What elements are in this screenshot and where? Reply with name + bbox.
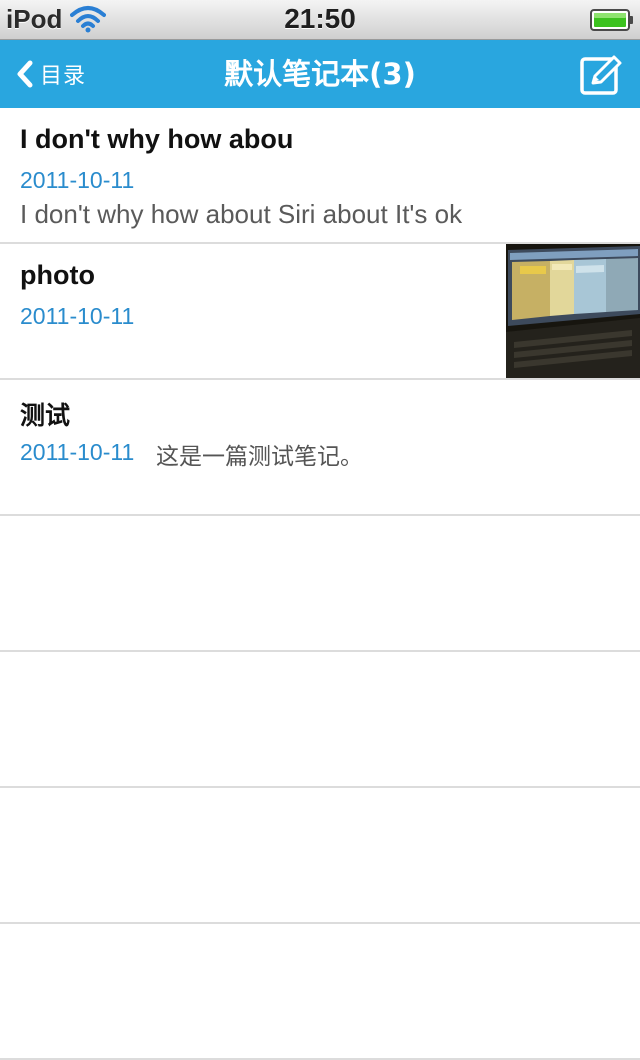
nav-bar: 目录 默认笔记本(3): [0, 40, 640, 108]
note-title: 测试: [20, 401, 71, 430]
empty-row: [0, 924, 640, 1060]
note-row[interactable]: photo 2011-10-11: [0, 244, 640, 380]
empty-row: [0, 788, 640, 924]
note-date: 2011-10-11: [20, 439, 135, 465]
note-snippet: 这是一篇测试笔记。: [156, 444, 363, 470]
note-date: 2011-10-11: [20, 303, 135, 329]
battery-full-icon: [590, 9, 633, 31]
compose-icon[interactable]: [578, 52, 624, 98]
empty-row: [0, 652, 640, 788]
note-row[interactable]: 测试 2011-10-11 这是一篇测试笔记。: [0, 380, 640, 516]
photo-thumbnail: [506, 244, 640, 378]
page-title: 默认笔记本(3): [224, 57, 416, 91]
note-title: I don't why how abou: [20, 124, 294, 154]
clock: 21:50: [284, 3, 356, 34]
chevron-left-icon: [17, 60, 33, 88]
empty-row: [0, 516, 640, 652]
note-date: 2011-10-11: [20, 167, 135, 193]
note-title: photo: [20, 260, 95, 290]
back-button[interactable]: 目录: [14, 52, 86, 96]
status-bar: iPod 21:50: [0, 0, 640, 40]
note-list: I don't why how abou 2011-10-11 I don't …: [0, 108, 640, 1060]
back-button-label: 目录: [40, 64, 87, 89]
note-snippet: I don't why how about Siri about It's ok: [20, 199, 463, 229]
note-row[interactable]: I don't why how abou 2011-10-11 I don't …: [0, 108, 640, 244]
